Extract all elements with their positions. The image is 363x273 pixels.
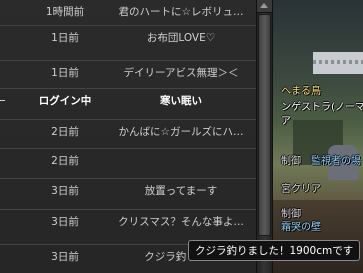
friend-row[interactable]: 1時間前 君のハートに☆レボリュ… xyxy=(0,0,256,25)
friend-row[interactable]: 1日前 お布団LOVE♡ xyxy=(0,25,256,50)
game-world-view: へまる鳥 ンゲストラ(ノーマ ア 制御 監視者の場 宮クリア 制御 霜哭の壁 xyxy=(273,0,363,273)
friend-list-scrollbar[interactable] xyxy=(256,0,273,273)
last-login: 1日前 xyxy=(51,32,79,44)
character-name: へまる鳥 xyxy=(281,86,321,97)
status-comment: デイリーアビス無理＞＜ xyxy=(123,67,239,79)
status-comment: 放置ってまーす xyxy=(144,185,218,197)
character-title: 監視者の場 xyxy=(311,156,361,167)
scroll-up-arrow-icon[interactable] xyxy=(257,0,272,13)
character-title-2: 霜哭の壁 xyxy=(281,222,321,233)
last-login: 2日前 xyxy=(51,126,79,138)
guild-label: 制御 xyxy=(281,156,301,167)
last-login: 1日前 xyxy=(51,67,79,79)
status-comment xyxy=(108,149,254,174)
friend-row[interactable]: 3日前 放置ってまーす xyxy=(0,178,256,203)
friend-list-panel: 1時間前 君のハートに☆レボリュ… 1日前 お布団LOVE♡ 1日前 デイリーア… xyxy=(0,0,256,273)
friend-row[interactable]: 3日前 クリスマス？そんな事よ… xyxy=(0,209,256,234)
last-login: 2日前 xyxy=(51,155,79,167)
character-subtitle: 宮クリア xyxy=(281,184,321,195)
row-marker xyxy=(0,100,5,101)
friend-row[interactable]: 2日前 かんばに☆ガールズにハ… xyxy=(0,119,256,144)
status-comment: お布団LOVE♡ xyxy=(146,32,216,44)
scroll-thumb[interactable] xyxy=(258,14,271,236)
character-line: ア xyxy=(281,116,291,127)
status-comment: 君のハートに☆レボリュ… xyxy=(118,6,244,18)
friend-row-online[interactable]: ログイン中 寒い眠い xyxy=(0,88,256,113)
comment-tooltip: クジラ釣りました！1900cmです xyxy=(188,240,361,261)
status-comment: かんばに☆ガールズにハ… xyxy=(118,126,244,138)
last-login: 3日前 xyxy=(51,216,79,228)
friend-row[interactable]: 2日前 xyxy=(0,148,256,173)
status-comment: 寒い眠い xyxy=(160,95,202,107)
last-login: 1時間前 xyxy=(45,6,85,18)
character-job: ンゲストラ(ノーマ xyxy=(281,102,363,113)
roof-tiles xyxy=(313,60,363,64)
last-login: 3日前 xyxy=(51,185,79,197)
last-login: 3日前 xyxy=(51,251,79,263)
status-comment: クリスマス？そんな事よ… xyxy=(118,216,244,228)
friend-row[interactable]: 1日前 デイリーアビス無理＞＜ xyxy=(0,60,256,85)
last-login: ログイン中 xyxy=(38,95,92,107)
